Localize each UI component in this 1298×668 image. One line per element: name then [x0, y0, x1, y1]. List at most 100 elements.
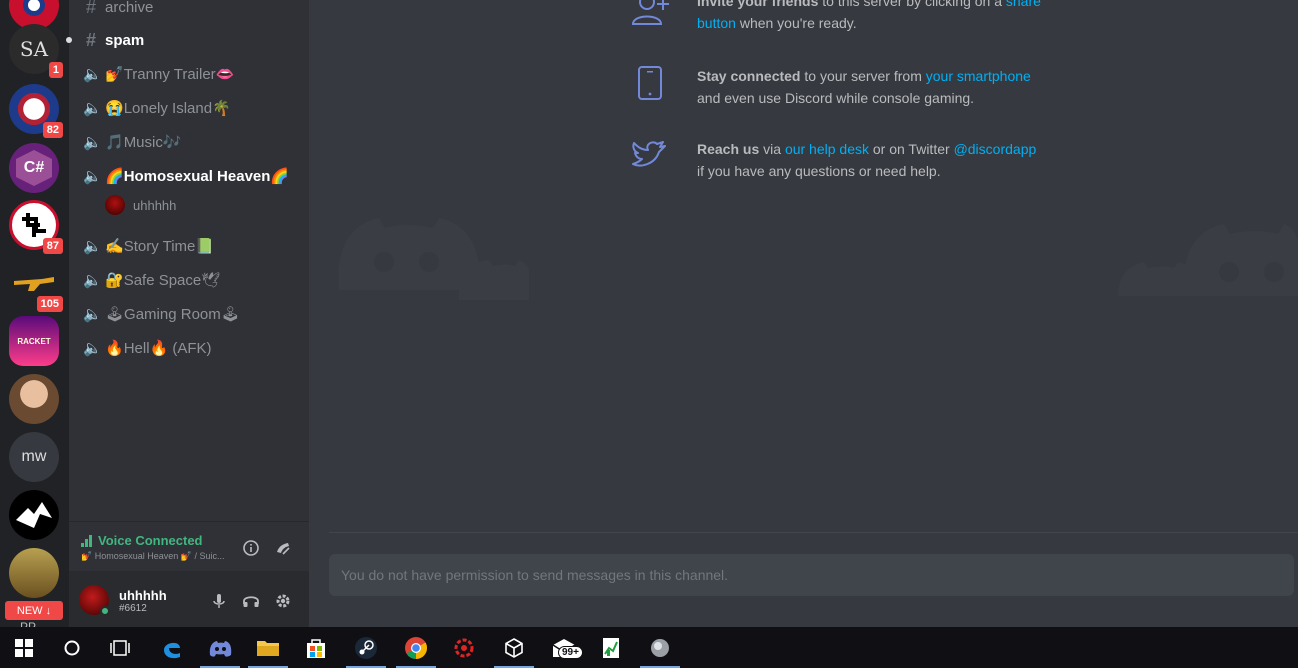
server-icon[interactable]: 105: [9, 258, 63, 312]
channel-list: # archive # spam 🔈 💅Tranny Trailer👄 🔈 😭L…: [66, 0, 309, 627]
speaker-icon: 🔈: [83, 168, 102, 185]
speaker-icon: 🔈: [83, 66, 102, 83]
task-view-icon: [110, 639, 130, 656]
add-friend-icon: [631, 0, 669, 25]
discord-window: SA 1 82 C# 87 105 RACKET mw NEW ↓ PP # a…: [0, 0, 1298, 627]
unity-taskbar-icon[interactable]: [490, 627, 538, 668]
gear-red-icon: [454, 638, 474, 657]
edge-icon: [164, 642, 180, 658]
notification-badge: 99+: [558, 646, 583, 659]
mention-badge: 87: [42, 238, 63, 254]
voice-channel[interactable]: 🔈 😭Lonely Island🌴: [83, 94, 231, 122]
hangup-icon: [277, 543, 290, 555]
mail-taskbar-icon[interactable]: 99+: [540, 627, 588, 668]
message-composer: You do not have permission to send messa…: [329, 554, 1294, 596]
discord-icon: [209, 640, 232, 657]
chrome-taskbar-icon[interactable]: [392, 627, 440, 668]
speaker-icon: 🔈: [83, 134, 102, 151]
tip-invite: Invite your friends to this server by cl…: [629, 0, 1047, 34]
channel-label: 😭Lonely Island🌴: [105, 100, 231, 117]
channel-label: 🌈Homosexual Heaven🌈: [105, 168, 290, 185]
app-taskbar-icon-2[interactable]: [636, 627, 684, 668]
globe-icon: [651, 638, 669, 657]
chrome-icon: [405, 636, 427, 659]
hash-icon: #: [85, 0, 96, 17]
discord-taskbar-icon[interactable]: [196, 627, 244, 668]
file-explorer-taskbar-icon[interactable]: [244, 627, 292, 668]
smartphone-icon: [638, 66, 662, 100]
unread-indicator: [66, 37, 72, 43]
voice-user[interactable]: uhhhhh: [105, 195, 176, 215]
server-icon[interactable]: RACKET: [9, 316, 59, 366]
new-mentions-button[interactable]: NEW ↓: [5, 601, 63, 620]
speaker-icon: 🔈: [83, 272, 102, 289]
mention-badge: 1: [48, 62, 63, 78]
voice-channel-path: 💅 Homosexual Heaven 💅 / Suic...: [81, 551, 225, 561]
folder-icon: [257, 640, 279, 656]
spreadsheet-taskbar-icon[interactable]: [588, 627, 636, 668]
server-icon[interactable]: [9, 374, 59, 424]
voice-channel[interactable]: 🔈 🔐Safe Space🕊: [83, 266, 220, 294]
server-icon[interactable]: C#: [9, 143, 59, 193]
signal-icon: [81, 534, 92, 547]
tip-help: Reach us via our help desk or on Twitter…: [629, 138, 1047, 182]
unity-icon: [505, 637, 523, 658]
mention-badge: 82: [42, 122, 63, 138]
text-channel[interactable]: # archive: [83, 0, 153, 21]
deafen-button[interactable]: [241, 591, 261, 611]
store-taskbar-icon[interactable]: [292, 627, 340, 668]
server-rail: SA 1 82 C# 87 105 RACKET mw NEW ↓ PP: [0, 0, 69, 627]
tip-smartphone: Stay connected to your server from your …: [629, 65, 1047, 109]
voice-channel[interactable]: 🔈 🕹Gaming Room🕹: [83, 300, 240, 328]
channel-label: 🕹Gaming Room🕹: [105, 306, 240, 323]
voice-channel[interactable]: 🔈 💅Tranny Trailer👄: [83, 60, 234, 88]
connection-info-button[interactable]: [241, 538, 261, 558]
chat-area: Invite your friends to this server by cl…: [309, 0, 1298, 627]
hash-icon: #: [85, 29, 96, 50]
smartphone-link[interactable]: your smartphone: [926, 68, 1031, 84]
cortana-button[interactable]: [48, 627, 96, 668]
windows-taskbar: 99+: [0, 627, 1298, 668]
speaker-icon: 🔈: [83, 306, 102, 323]
mention-badge: 105: [36, 296, 63, 312]
username: uhhhhh: [119, 588, 167, 603]
chart-app-icon: [603, 637, 619, 658]
voice-channel[interactable]: 🔈 🎵Music🎶: [83, 128, 182, 156]
store-icon: [307, 638, 325, 658]
voice-channel[interactable]: 🔈 ✍Story Time📗: [83, 232, 214, 260]
steam-icon: [355, 636, 377, 659]
text-channel[interactable]: # spam: [83, 26, 144, 54]
server-icon[interactable]: [9, 490, 59, 540]
speaker-icon: 🔈: [83, 340, 102, 357]
user-settings-button[interactable]: [273, 591, 293, 611]
arrow-down-icon: ↓: [45, 604, 52, 617]
edge-taskbar-icon[interactable]: [148, 627, 196, 668]
microphone-icon: [213, 594, 225, 608]
gear-icon: [276, 594, 290, 608]
avatar: [105, 195, 125, 215]
channel-label: ✍Story Time📗: [105, 238, 215, 255]
voice-channel[interactable]: 🔈 🔥Hell🔥 (AFK): [83, 334, 212, 362]
start-button[interactable]: [0, 627, 48, 668]
disconnect-button[interactable]: [273, 538, 293, 558]
headphones-icon: [243, 596, 259, 607]
discord-watermark-icon: [1118, 224, 1298, 296]
channel-label: 🔐Safe Space🕊: [105, 272, 221, 289]
server-icon[interactable]: SA 1: [9, 24, 63, 78]
server-icon[interactable]: 82: [9, 84, 63, 138]
speaker-icon: 🔈: [83, 238, 102, 255]
mute-button[interactable]: [209, 591, 229, 611]
help-desk-link[interactable]: our help desk: [785, 141, 869, 157]
divider: [329, 532, 1298, 533]
voice-channel-connected[interactable]: 🔈 🌈Homosexual Heaven🌈: [83, 162, 289, 190]
server-icon[interactable]: mw: [9, 432, 59, 482]
speaker-icon: 🔈: [83, 100, 102, 117]
online-status-dot: [100, 606, 110, 616]
twitter-link[interactable]: @discordapp: [954, 141, 1037, 157]
task-view-button[interactable]: [96, 627, 144, 668]
steam-taskbar-icon[interactable]: [342, 627, 390, 668]
voice-connected-status: Voice Connected: [81, 533, 203, 548]
app-taskbar-icon[interactable]: [440, 627, 488, 668]
server-icon[interactable]: 87: [9, 200, 63, 254]
server-icon[interactable]: [9, 548, 59, 598]
